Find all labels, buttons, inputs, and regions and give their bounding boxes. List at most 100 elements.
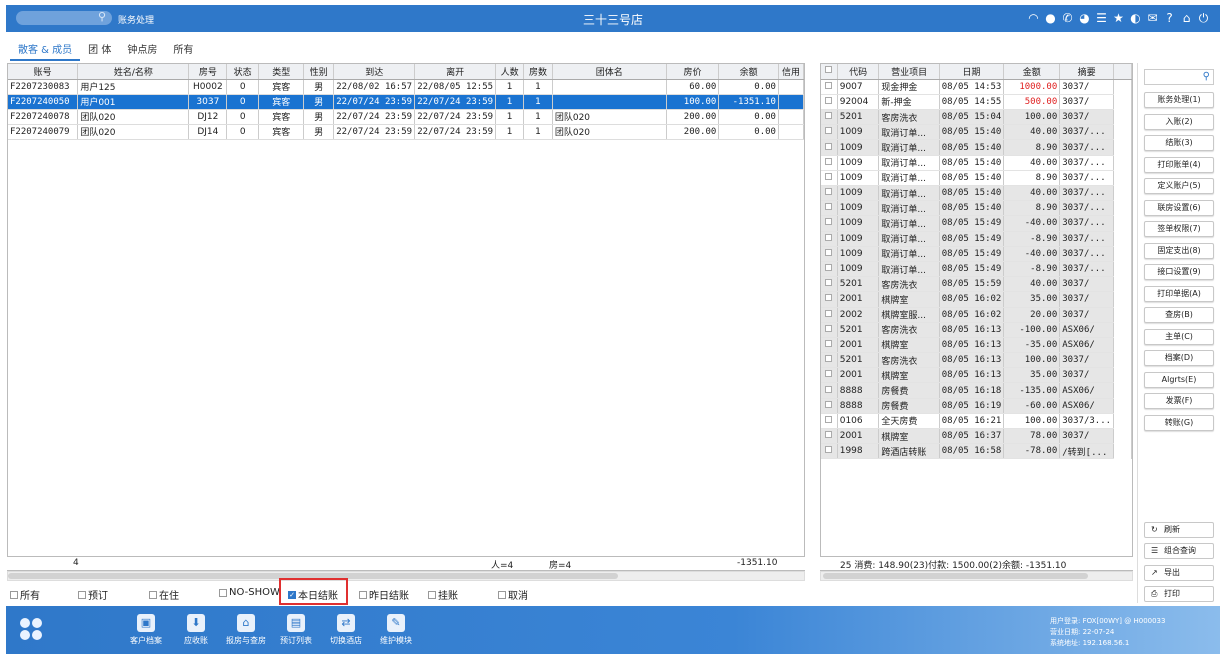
table-row[interactable]: F2207240078 团队020 DJ12 0 宾客男 22/07/24 23:59 22… [8, 109, 804, 125]
table-row[interactable]: 1009 取消订单... 08/05 15:40 40.00 3037/... [821, 124, 1132, 141]
row-checkbox[interactable] [821, 109, 838, 126]
table-row[interactable]: 1009 取消订单... 08/05 15:40 40.00 3037/... [821, 155, 1132, 171]
filter-5[interactable]: 昨日结账 [359, 587, 409, 602]
table-row[interactable]: 5201 客房洗衣 08/05 15:59 40.00 3037/ [821, 276, 1132, 293]
tab-1[interactable]: 团 体 [80, 37, 119, 61]
checkbox[interactable] [825, 309, 833, 317]
checkbox[interactable] [825, 446, 833, 454]
column-header[interactable]: 账号 [8, 64, 79, 80]
home-icon[interactable]: ⌂ [1180, 10, 1193, 26]
side-button-10[interactable]: 查房(B) [1144, 307, 1214, 323]
account-table-scrollbar[interactable] [820, 571, 1133, 581]
column-header[interactable]: 性别 [303, 64, 335, 80]
table-row[interactable]: 1009 取消订单... 08/05 15:49 -8.90 3037/... [821, 231, 1132, 247]
tab-0[interactable]: 散客 & 成员 [10, 37, 81, 61]
side-button-1[interactable]: 入账(2) [1144, 113, 1214, 130]
row-checkbox[interactable] [821, 79, 838, 95]
row-checkbox[interactable] [821, 231, 838, 247]
filter-0[interactable]: 所有 [10, 587, 40, 602]
table-row[interactable]: 5201 客房洗衣 08/05 16:13 -100.00 ASX06/ [821, 322, 1132, 338]
checkbox[interactable] [825, 400, 833, 408]
table-row[interactable]: 2001 棋牌室 08/05 16:37 78.00 3037/ [821, 428, 1132, 445]
column-header[interactable]: 摘要 [1059, 64, 1115, 80]
table-row[interactable]: 5201 客房洗衣 08/05 16:13 100.00 3037/ [821, 352, 1132, 369]
row-checkbox[interactable] [821, 443, 838, 460]
table-row[interactable]: 1009 取消订单... 08/05 15:40 8.90 3037/... [821, 139, 1132, 156]
filter-7[interactable]: 取消 [498, 587, 528, 602]
side-button-3[interactable]: 打印账单(4) [1144, 156, 1214, 173]
row-checkbox[interactable] [821, 215, 838, 232]
side-button-2[interactable]: 结账(3) [1144, 135, 1214, 151]
checkbox[interactable] [825, 294, 833, 302]
side-button-0[interactable]: 账务处理(1) [1144, 92, 1214, 108]
column-header[interactable]: 余额 [718, 64, 779, 80]
action-button-3[interactable]: ⎙ 打印 [1144, 586, 1214, 602]
row-checkbox[interactable] [821, 94, 838, 111]
column-header[interactable]: 营业项目 [878, 64, 940, 80]
side-button-5[interactable]: 联房设置(6) [1144, 199, 1214, 216]
checkbox[interactable] [825, 248, 833, 256]
table-row[interactable]: 8888 房餐费 08/05 16:18 -135.00 ASX06/ [821, 382, 1132, 399]
checkbox[interactable] [825, 218, 833, 226]
row-checkbox[interactable] [821, 413, 838, 430]
side-button-4[interactable]: 定义账户(5) [1144, 178, 1214, 194]
row-checkbox[interactable] [821, 170, 838, 187]
checkbox[interactable] [359, 590, 367, 599]
table-row[interactable]: 2002 棋牌室服... 08/05 16:02 20.00 3037/ [821, 307, 1132, 323]
chat-icon[interactable]: ● [1044, 10, 1057, 26]
row-checkbox[interactable] [821, 382, 838, 399]
column-header[interactable]: 状态 [226, 64, 260, 80]
checkbox[interactable] [825, 233, 833, 241]
side-button-11[interactable]: 主单(C) [1144, 328, 1214, 345]
tab-2[interactable]: 钟点房 [119, 37, 165, 61]
power-icon[interactable]: ⏻ [1197, 10, 1210, 26]
row-checkbox[interactable] [821, 124, 838, 141]
menu-icon[interactable]: ☰ [1095, 10, 1108, 26]
row-checkbox[interactable] [821, 139, 838, 156]
checkbox[interactable] [825, 203, 833, 211]
filter-6[interactable]: 挂账 [428, 587, 458, 602]
side-button-9[interactable]: 打印单据(A) [1144, 285, 1214, 302]
tab-3[interactable]: 所有 [165, 37, 201, 61]
table-row[interactable]: 1009 取消订单... 08/05 15:49 -40.00 3037/... [821, 215, 1132, 232]
table-row[interactable]: 9007 现金押金 08/05 14:53 1000.00 3037/ [821, 79, 1132, 95]
help-icon[interactable]: ? [1163, 10, 1176, 26]
column-header[interactable]: 姓名/名称 [77, 64, 190, 80]
column-header[interactable]: 类型 [258, 64, 305, 80]
checkbox[interactable] [825, 172, 833, 180]
action-button-2[interactable]: ↗ 导出 [1144, 565, 1214, 581]
column-header[interactable]: 到达 [333, 64, 416, 80]
filter-2[interactable]: 在住 [149, 587, 179, 602]
table-row[interactable]: 1009 取消订单... 08/05 15:40 8.90 3037/... [821, 200, 1132, 217]
column-header[interactable]: 人数 [495, 64, 525, 80]
checkbox[interactable] [825, 264, 833, 272]
row-checkbox[interactable] [821, 307, 838, 323]
column-header[interactable]: 团体名 [552, 64, 667, 80]
row-checkbox[interactable] [821, 337, 838, 354]
table-row[interactable]: 2001 棋牌室 08/05 16:13 -35.00 ASX06/ [821, 337, 1132, 354]
checkbox[interactable] [149, 590, 157, 599]
row-checkbox[interactable] [821, 291, 838, 308]
column-header[interactable]: 离开 [414, 64, 497, 80]
checkbox[interactable] [825, 370, 833, 378]
panel-search-input[interactable]: ⚲ [1144, 69, 1214, 85]
checkbox[interactable] [825, 339, 833, 347]
checkbox[interactable] [825, 279, 833, 287]
checkbox[interactable] [825, 157, 833, 165]
filter-3[interactable]: NO-SHOW [219, 587, 280, 598]
table-row[interactable]: 1009 取消订单... 08/05 15:40 8.90 3037/... [821, 170, 1132, 187]
side-button-12[interactable]: 档案(D) [1144, 350, 1214, 366]
table-row[interactable]: 2001 棋牌室 08/05 16:13 35.00 3037/ [821, 367, 1132, 384]
row-checkbox[interactable] [821, 428, 838, 445]
column-header[interactable]: 日期 [939, 64, 1005, 80]
checkbox[interactable] [825, 96, 833, 104]
checkbox[interactable] [825, 188, 833, 196]
table-row[interactable]: 5201 客房洗衣 08/05 15:04 100.00 3037/ [821, 109, 1132, 126]
table-row[interactable]: F2207240079 团队020 DJ14 0 宾客男 22/07/24 23:59 22… [8, 124, 804, 140]
side-button-6[interactable]: 签单权限(7) [1144, 221, 1214, 237]
column-header[interactable]: 房号 [188, 64, 228, 80]
side-button-8[interactable]: 接口设置(9) [1144, 264, 1214, 280]
table-row[interactable]: F2207240050 用户001 3037 0 宾客男 22/07/24 23:59 22… [8, 94, 804, 110]
guest-table-scrollbar[interactable] [7, 571, 805, 581]
action-button-0[interactable]: ↻ 刷新 [1144, 522, 1214, 538]
